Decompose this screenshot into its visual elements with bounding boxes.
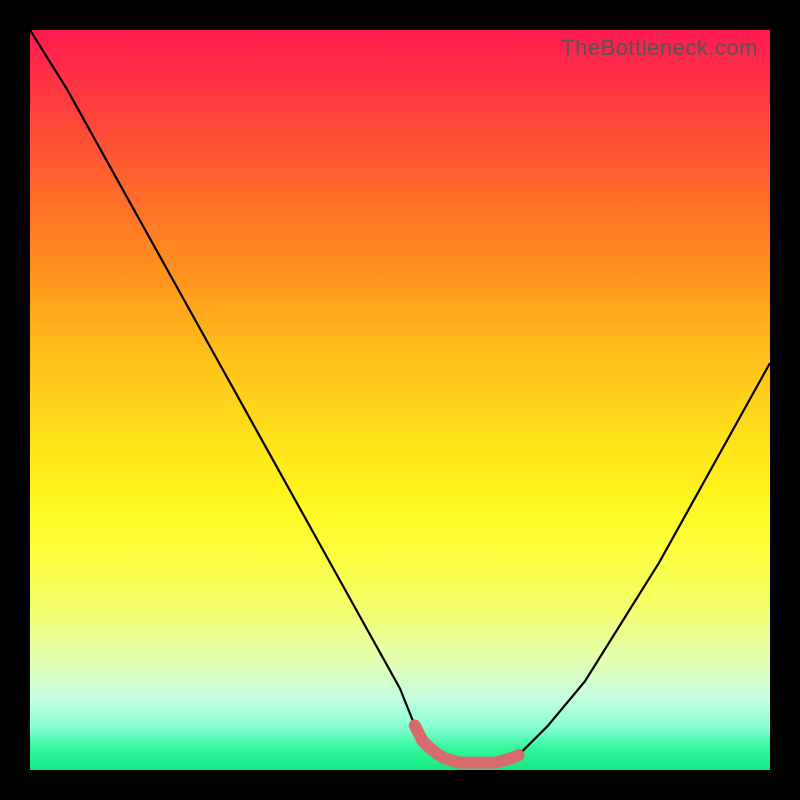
plot-area: TheBottleneck.com bbox=[30, 30, 770, 770]
chart-svg bbox=[30, 30, 770, 770]
chart-frame: TheBottleneck.com bbox=[0, 0, 800, 800]
main-curve-path bbox=[30, 30, 770, 763]
marker-dot bbox=[409, 720, 421, 732]
marker-dot bbox=[512, 749, 524, 761]
marker-curve-path bbox=[415, 726, 519, 763]
